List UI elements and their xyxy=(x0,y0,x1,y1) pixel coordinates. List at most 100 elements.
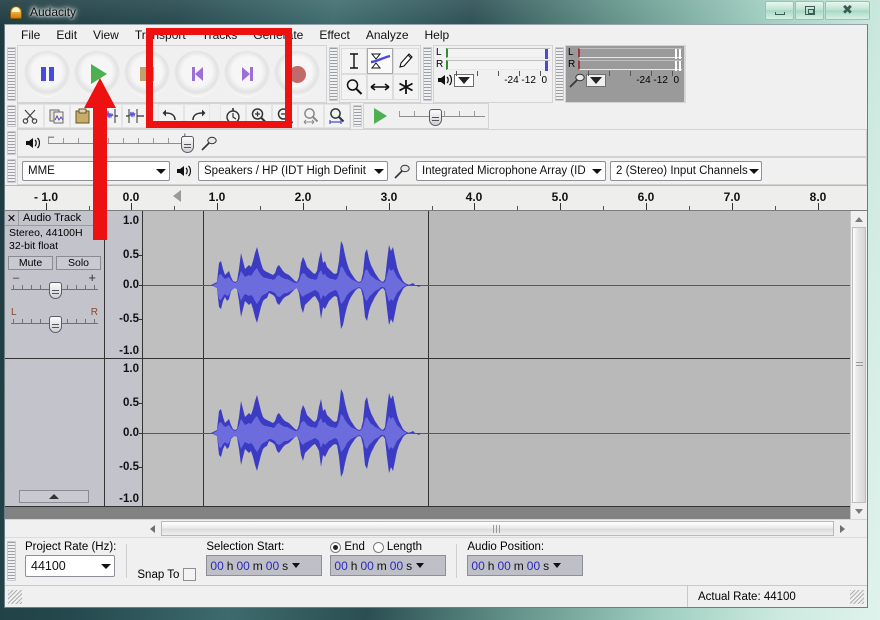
fit-selection-icon[interactable] xyxy=(298,104,324,128)
zoom-tool-button[interactable] xyxy=(341,74,367,100)
speaker-icon xyxy=(436,73,454,87)
silence-selection-icon[interactable] xyxy=(122,104,148,128)
project-rate-select[interactable]: 44100 xyxy=(25,555,115,577)
red-rectangle-annotation xyxy=(146,28,292,128)
playhead-indicator[interactable] xyxy=(173,190,181,202)
selection-toolbar-grip[interactable] xyxy=(7,541,16,581)
selection-toolbar: Project Rate (Hz): 44100 Snap To Selecti… xyxy=(5,537,867,585)
selection-end-hours: 00 xyxy=(334,558,348,573)
scroll-left-button[interactable] xyxy=(145,524,160,533)
vertical-scrollbar[interactable] xyxy=(850,211,867,519)
menu-file[interactable]: File xyxy=(13,26,48,44)
status-grip xyxy=(8,589,22,604)
multi-tool-button[interactable] xyxy=(393,74,419,100)
snap-to-checkbox[interactable] xyxy=(183,568,197,581)
unit-hours: h xyxy=(350,558,358,573)
menu-edit[interactable]: Edit xyxy=(48,26,85,44)
solo-button[interactable]: Solo xyxy=(56,256,101,270)
playback-speed-slider[interactable] xyxy=(399,108,485,126)
fit-project-icon[interactable] xyxy=(324,104,350,128)
edit-toolbar-grip[interactable] xyxy=(7,105,16,127)
ruler-minor-tick xyxy=(432,206,433,210)
output-volume-slider[interactable]: – + xyxy=(48,131,194,153)
left-channel-waveform[interactable] xyxy=(143,211,850,359)
ruler-major-tick xyxy=(389,203,390,210)
minimize-button[interactable] xyxy=(765,1,794,20)
chevron-down-icon[interactable] xyxy=(290,556,302,575)
resize-grip[interactable] xyxy=(850,589,864,604)
scroll-up-button[interactable] xyxy=(851,211,867,227)
tools-toolbar-grip[interactable] xyxy=(329,47,338,101)
ruler-major-tick xyxy=(818,203,819,210)
menu-effect[interactable]: Effect xyxy=(311,26,357,44)
play-at-speed-toolbar-grip[interactable] xyxy=(353,105,362,127)
timeshift-tool-button[interactable] xyxy=(367,74,393,100)
selection-start-group: Selection Start: 00 h 00 m 00 s xyxy=(206,538,323,576)
vertical-scroll-thumb[interactable] xyxy=(852,227,866,503)
audio-position-group: Audio Position: 00 h 00 m 00 s xyxy=(467,538,584,576)
mute-button[interactable]: Mute xyxy=(8,256,53,270)
menu-help[interactable]: Help xyxy=(417,26,458,44)
right-channel-vertical-ruler: 1.0 0.5 0.0 -0.5 -1.0 xyxy=(105,359,143,507)
record-meter-toolbar[interactable]: L R -24 -12 0 xyxy=(565,45,685,103)
input-channels-value: 2 (Stereo) Input Channels xyxy=(616,165,748,177)
mixer-toolbar: – + xyxy=(17,129,867,157)
scrollbar-corner xyxy=(850,520,867,537)
selection-start-seconds: 00 xyxy=(265,558,280,573)
selection-tool-button[interactable] xyxy=(341,48,367,74)
horizontal-scrollbar[interactable] xyxy=(145,520,850,537)
chevron-down-icon[interactable] xyxy=(414,556,426,575)
horizontal-scroll-thumb[interactable] xyxy=(161,521,834,536)
microphone-icon xyxy=(393,164,411,179)
audio-position-time[interactable]: 00 h 00 m 00 s xyxy=(467,555,584,576)
cut-icon[interactable] xyxy=(18,104,44,128)
close-button[interactable]: ✖ xyxy=(825,1,870,20)
length-radio[interactable] xyxy=(372,541,384,553)
track-panel-area: ✕ Audio Track Stereo, 44100H 32-bit floa… xyxy=(5,211,867,519)
record-meter-toolbar-grip[interactable] xyxy=(555,47,564,101)
selection-start-hours: 00 xyxy=(210,558,224,573)
menu-view[interactable]: View xyxy=(85,26,127,44)
playback-meter-toolbar[interactable]: L R -24 -12 0 xyxy=(433,45,553,103)
toolbar-empty-space-1 xyxy=(685,45,867,103)
track-gain-slider[interactable]: – + xyxy=(11,270,98,299)
input-channels-select[interactable]: 2 (Stereo) Input Channels xyxy=(610,161,762,181)
meter-toolbar-grip[interactable] xyxy=(423,47,432,101)
play-at-speed-icon[interactable] xyxy=(367,104,393,128)
end-radio[interactable] xyxy=(330,541,342,553)
unit-minutes: m xyxy=(376,558,387,573)
gain-plus-label: + xyxy=(88,270,96,285)
selection-start-time[interactable]: 00 h 00 m 00 s xyxy=(206,555,323,576)
maximize-button[interactable] xyxy=(795,1,824,20)
scroll-down-button[interactable] xyxy=(851,503,867,519)
transport-toolbar-grip[interactable] xyxy=(7,47,16,101)
mixer-toolbar-grip[interactable] xyxy=(7,131,16,155)
copy-icon[interactable] xyxy=(44,104,70,128)
scrollbar-left-pad xyxy=(5,520,145,537)
envelope-tool-button[interactable] xyxy=(367,48,393,74)
ruler-label: 3.0 xyxy=(380,190,398,204)
unit-minutes: m xyxy=(252,558,263,573)
end-length-radio-group: End Length xyxy=(330,538,446,555)
device-toolbar-grip[interactable] xyxy=(7,159,16,183)
chevron-down-icon xyxy=(152,162,169,180)
menu-analyze[interactable]: Analyze xyxy=(358,26,417,44)
track-pan-slider[interactable]: L R xyxy=(11,307,98,333)
unit-seconds: s xyxy=(406,558,413,573)
close-track-icon[interactable]: ✕ xyxy=(5,211,19,225)
selection-end-time[interactable]: 00 h 00 m 00 s xyxy=(330,555,447,576)
chevron-down-icon[interactable] xyxy=(551,556,563,575)
microphone-icon xyxy=(568,73,586,88)
timeline-ruler[interactable]: - 1.0 0.0 1.0 2.0 3.0 4.0 5.0 6.0 7.0 8.0 xyxy=(5,185,867,211)
scroll-right-button[interactable] xyxy=(835,524,850,533)
selection-bar-divider-2 xyxy=(456,544,458,578)
track-control-panel-lower[interactable] xyxy=(5,359,105,507)
right-channel-waveform[interactable] xyxy=(143,359,850,507)
vruler-label: -0.5 xyxy=(119,461,139,473)
ruler-label: 0.0 xyxy=(122,190,140,204)
output-device-select[interactable]: Speakers / HP (IDT High Definit xyxy=(198,161,388,181)
collapse-track-button[interactable] xyxy=(19,490,89,503)
draw-tool-button[interactable] xyxy=(393,48,419,74)
pause-button[interactable] xyxy=(23,50,71,98)
input-device-select[interactable]: Integrated Microphone Array (ID xyxy=(416,161,606,181)
